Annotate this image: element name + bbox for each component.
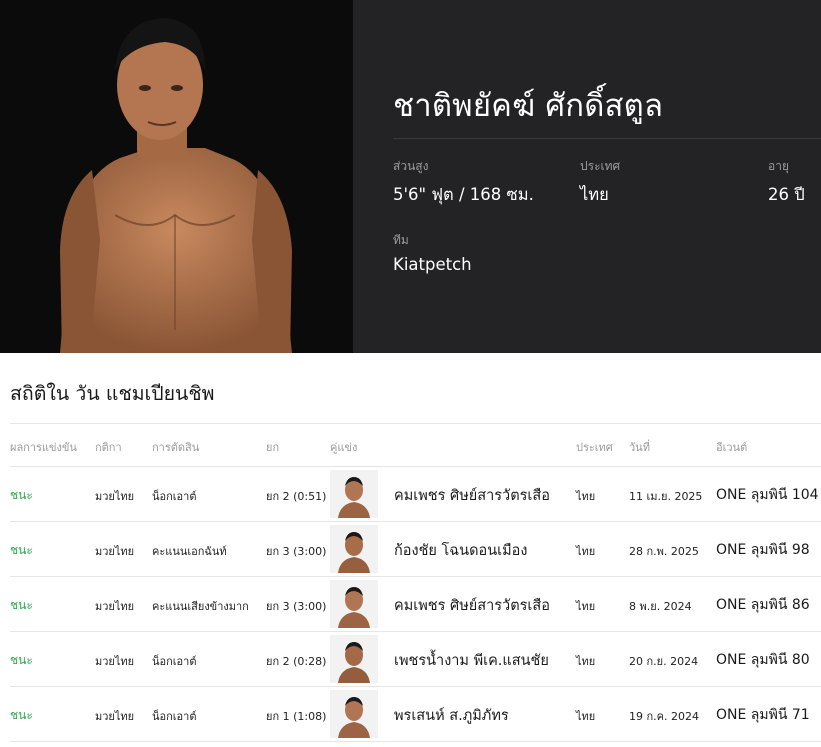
info-divider [393, 138, 821, 139]
table-row[interactable]: ชนะ มวยไทย คะแนนเอกฉันท์ ยก 3 (3:00) ก้อ… [10, 522, 821, 577]
athlete-hero: ชาติพยัคฆ์ ศักดิ์สตูล ส่วนสูง 5'6" ฟุต /… [0, 0, 821, 353]
rule-cell: มวยไทย [95, 490, 135, 503]
event-link[interactable]: ONE ลุมพินี 86 [716, 594, 810, 616]
result-cell: ชนะ [10, 543, 33, 557]
country-cell: ไทย [576, 710, 596, 723]
athlete-info-panel: ชาติพยัคฆ์ ศักดิ์สตูล ส่วนสูง 5'6" ฟุต /… [353, 0, 821, 353]
opponent-name-link[interactable]: เพชรน้ำงาม พีเค.แสนชัย [394, 649, 549, 672]
result-cell: ชนะ [10, 653, 33, 667]
opponent-avatar[interactable] [330, 690, 378, 738]
opponent-avatar[interactable] [330, 580, 378, 628]
table-row[interactable]: ชนะ มวยไทย คะแนนเสียงข้างมาก ยก 3 (3:00)… [10, 577, 821, 632]
result-cell: ชนะ [10, 488, 33, 502]
rule-cell: มวยไทย [95, 710, 135, 723]
round-cell: ยก 2 (0:28) [266, 655, 327, 668]
opponent-avatar[interactable] [330, 635, 378, 683]
header-result: ผลการแข่งขัน [10, 441, 77, 454]
stats-section-title: สถิติใน วัน แชมเปียนชิพ [10, 382, 215, 405]
result-cell: ชนะ [10, 708, 33, 722]
method-cell: น็อกเอาต์ [152, 490, 197, 503]
opponent-name-link[interactable]: คมเพชร ศิษย์สารวัตรเสือ [394, 484, 550, 507]
rule-cell: มวยไทย [95, 655, 135, 668]
header-round: ยก [266, 441, 280, 454]
table-row[interactable]: ชนะ มวยไทย น็อกเอาต์ ยก 2 (0:28) เพชรน้ำ… [10, 632, 821, 687]
table-header: ผลการแข่งขัน กติกา การตัดสิน ยก คู่แข่ง … [10, 423, 821, 467]
country-cell: ไทย [576, 600, 596, 613]
date-cell: 28 ก.พ. 2025 [629, 545, 699, 558]
header-country: ประเทศ [576, 441, 613, 454]
team-value: Kiatpetch [393, 255, 472, 274]
athlete-photo [0, 0, 353, 353]
age-value: 26 ปี [768, 185, 805, 204]
header-method: การตัดสิน [152, 441, 200, 454]
opponent-avatar[interactable] [330, 470, 378, 518]
athlete-name: ชาติพยัคฆ์ ศักดิ์สตูล [393, 88, 664, 124]
opponent-avatar[interactable] [330, 525, 378, 573]
method-cell: น็อกเอาต์ [152, 710, 197, 723]
table-row[interactable]: ชนะ มวยไทย น็อกเอาต์ ยก 2 (0:51) คมเพชร … [10, 467, 821, 522]
opponent-name-link[interactable]: พรเสนห์ ส.ภูมิภัทร [394, 704, 509, 727]
header-date: วันที่ [629, 441, 650, 454]
rule-cell: มวยไทย [95, 600, 135, 613]
opponent-name-link[interactable]: คมเพชร ศิษย์สารวัตรเสือ [394, 594, 550, 617]
round-cell: ยก 1 (1:08) [266, 710, 327, 723]
athlete-portrait-image [0, 0, 353, 353]
event-link[interactable]: ONE ลุมพินี 98 [716, 539, 810, 561]
round-cell: ยก 2 (0:51) [266, 490, 327, 503]
rule-cell: มวยไทย [95, 545, 135, 558]
result-cell: ชนะ [10, 598, 33, 612]
country-value: ไทย [580, 185, 609, 204]
round-cell: ยก 3 (3:00) [266, 600, 327, 613]
country-label: ประเทศ [580, 159, 621, 173]
event-link[interactable]: ONE ลุมพินี 80 [716, 649, 810, 671]
date-cell: 20 ก.ย. 2024 [629, 655, 699, 668]
country-cell: ไทย [576, 545, 596, 558]
method-cell: คะแนนเสียงข้างมาก [152, 600, 249, 613]
country-cell: ไทย [576, 490, 596, 503]
round-cell: ยก 3 (3:00) [266, 545, 327, 558]
method-cell: คะแนนเอกฉันท์ [152, 545, 227, 558]
event-link[interactable]: ONE ลุมพินี 104 [716, 484, 819, 506]
header-event: อีเวนต์ [716, 441, 748, 454]
header-rule: กติกา [95, 441, 122, 454]
date-cell: 8 พ.ย. 2024 [629, 600, 692, 613]
fight-record-table: ผลการแข่งขัน กติกา การตัดสิน ยก คู่แข่ง … [10, 423, 821, 742]
height-value: 5'6" ฟุต / 168 ซม. [393, 185, 534, 204]
height-label: ส่วนสูง [393, 159, 429, 173]
event-link[interactable]: ONE ลุมพินี 71 [716, 704, 810, 726]
date-cell: 19 ก.ค. 2024 [629, 710, 699, 723]
method-cell: น็อกเอาต์ [152, 655, 197, 668]
date-cell: 11 เม.ย. 2025 [629, 490, 703, 503]
country-cell: ไทย [576, 655, 596, 668]
age-label: อายุ [768, 159, 789, 173]
header-opponent: คู่แข่ง [330, 441, 358, 454]
team-label: ทีม [393, 233, 409, 247]
table-row[interactable]: ชนะ มวยไทย น็อกเอาต์ ยก 1 (1:08) พรเสนห์… [10, 687, 821, 742]
opponent-name-link[interactable]: ก้องชัย โฉนดอนเมือง [394, 539, 527, 562]
